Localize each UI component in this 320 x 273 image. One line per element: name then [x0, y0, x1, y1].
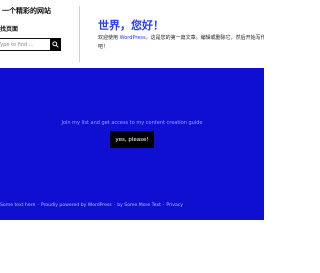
powered-by-link[interactable]: Proudly powered by WordPress: [41, 203, 112, 208]
footer: Some text here · Proudly powered by WordPr…: [0, 203, 264, 208]
search-form: [0, 38, 61, 51]
wordpress-link[interactable]: WordPress: [120, 35, 146, 41]
find-page-heading: 找页面: [0, 26, 19, 33]
header-region: 一个精彩的网站 找页面 世界，您好！ 欢迎使用 WordPress。这是您的第一…: [0, 0, 264, 68]
signup-band: Join my list and get access to my conten…: [0, 68, 264, 220]
search-input[interactable]: [0, 38, 50, 51]
column-divider: [79, 6, 80, 62]
signup-prompt: Join my list and get access to my conten…: [61, 120, 203, 126]
post-title[interactable]: 世界，您好！: [98, 17, 164, 33]
search-button[interactable]: [50, 38, 61, 51]
footer-text: Some text here: [0, 203, 36, 208]
site-title[interactable]: 一个精彩的网站: [2, 6, 51, 16]
post-body: 欢迎使用 WordPress。这是您的第一篇文章。编辑或删除它，然后开始写作吧！: [98, 34, 264, 52]
post-body-text-1: 欢迎使用: [98, 35, 120, 41]
signup-button[interactable]: yes, please!: [110, 131, 154, 148]
footer-credit: by Some More Text: [117, 203, 161, 208]
search-icon: [52, 41, 59, 48]
privacy-link[interactable]: Privacy: [166, 203, 183, 208]
page: 一个精彩的网站 找页面 世界，您好！ 欢迎使用 WordPress。这是您的第一…: [0, 0, 264, 273]
